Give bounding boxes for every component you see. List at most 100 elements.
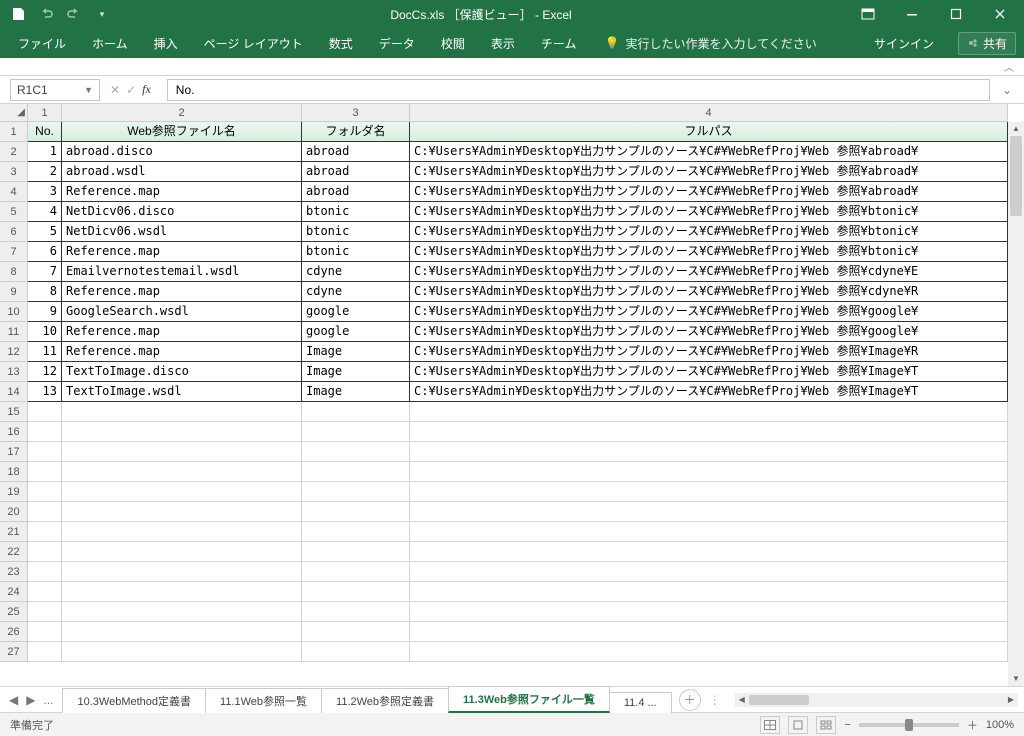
row-header[interactable]: 13 (0, 362, 28, 382)
scroll-thumb-h[interactable] (749, 695, 809, 705)
zoom-in-button[interactable]: ＋ (967, 717, 978, 733)
cell[interactable] (28, 462, 62, 482)
cell[interactable]: btonic (302, 202, 410, 222)
cell[interactable] (410, 402, 1008, 422)
view-page-break-icon[interactable] (816, 716, 836, 734)
cell[interactable] (28, 402, 62, 422)
formula-bar[interactable]: No. (167, 79, 990, 101)
cell[interactable]: Image (302, 362, 410, 382)
scroll-thumb-v[interactable] (1010, 136, 1022, 216)
tell-me[interactable]: 💡 実行したい作業を入力してください (604, 35, 816, 52)
view-page-layout-icon[interactable] (788, 716, 808, 734)
undo-icon[interactable] (34, 2, 58, 26)
row-header[interactable]: 16 (0, 422, 28, 442)
close-button[interactable] (980, 0, 1020, 28)
cell[interactable]: C:¥Users¥Admin¥Desktop¥出力サンプルのソース¥C#¥Web… (410, 362, 1008, 382)
sheet-tab[interactable]: 11.1Web参照一覧 (205, 688, 322, 713)
row-header[interactable]: 20 (0, 502, 28, 522)
vertical-scrollbar[interactable]: ▲ ▼ (1008, 122, 1024, 686)
row-header[interactable]: 8 (0, 262, 28, 282)
row-header[interactable]: 24 (0, 582, 28, 602)
cell[interactable] (302, 502, 410, 522)
zoom-slider[interactable] (859, 723, 959, 727)
cell[interactable]: Reference.map (62, 322, 302, 342)
cell[interactable]: abroad.disco (62, 142, 302, 162)
cell[interactable]: C:¥Users¥Admin¥Desktop¥出力サンプルのソース¥C#¥Web… (410, 142, 1008, 162)
row-header[interactable]: 25 (0, 602, 28, 622)
redo-icon[interactable] (62, 2, 86, 26)
cell[interactable]: C:¥Users¥Admin¥Desktop¥出力サンプルのソース¥C#¥Web… (410, 182, 1008, 202)
cell[interactable]: 3 (28, 182, 62, 202)
table-header-cell[interactable]: Web参照ファイル名 (62, 122, 302, 142)
scroll-down-icon[interactable]: ▼ (1008, 672, 1024, 686)
tab-layout[interactable]: ページ レイアウト (194, 29, 313, 58)
cell[interactable]: google (302, 322, 410, 342)
cell[interactable]: NetDicv06.wsdl (62, 222, 302, 242)
cell[interactable] (28, 422, 62, 442)
cell[interactable] (302, 522, 410, 542)
cell[interactable] (62, 522, 302, 542)
cell[interactable] (302, 582, 410, 602)
cell[interactable]: Reference.map (62, 242, 302, 262)
tab-insert[interactable]: 挿入 (144, 29, 188, 58)
tab-formulas[interactable]: 数式 (319, 29, 363, 58)
cell[interactable] (62, 402, 302, 422)
cell[interactable]: 8 (28, 282, 62, 302)
row-header[interactable]: 2 (0, 142, 28, 162)
cell[interactable]: 9 (28, 302, 62, 322)
tab-review[interactable]: 校閲 (431, 29, 475, 58)
cell[interactable]: abroad (302, 162, 410, 182)
cell[interactable] (302, 462, 410, 482)
cell[interactable] (410, 622, 1008, 642)
cell[interactable]: C:¥Users¥Admin¥Desktop¥出力サンプルのソース¥C#¥Web… (410, 342, 1008, 362)
row-header[interactable]: 23 (0, 562, 28, 582)
cell[interactable]: cdyne (302, 282, 410, 302)
name-box[interactable]: R1C1 ▼ (10, 79, 100, 101)
row-header[interactable]: 15 (0, 402, 28, 422)
tab-team[interactable]: チーム (531, 29, 587, 58)
cell[interactable]: Reference.map (62, 182, 302, 202)
minimize-button[interactable] (892, 0, 932, 28)
cell[interactable]: 6 (28, 242, 62, 262)
cell[interactable] (62, 502, 302, 522)
cell[interactable] (410, 442, 1008, 462)
cell[interactable]: btonic (302, 242, 410, 262)
row-header[interactable]: 19 (0, 482, 28, 502)
cell[interactable]: 12 (28, 362, 62, 382)
row-header[interactable]: 22 (0, 542, 28, 562)
cell[interactable] (410, 542, 1008, 562)
tab-view[interactable]: 表示 (481, 29, 525, 58)
row-header[interactable]: 6 (0, 222, 28, 242)
zoom-level[interactable]: 100% (986, 719, 1014, 731)
cell[interactable]: C:¥Users¥Admin¥Desktop¥出力サンプルのソース¥C#¥Web… (410, 262, 1008, 282)
table-header-cell[interactable]: フルパス (410, 122, 1008, 142)
collapse-ribbon-icon[interactable]: ︿ (1004, 59, 1014, 74)
cell[interactable] (410, 562, 1008, 582)
col-header-1[interactable]: 1 (28, 104, 62, 122)
cell[interactable] (410, 522, 1008, 542)
cell[interactable]: 7 (28, 262, 62, 282)
cell[interactable] (62, 542, 302, 562)
zoom-out-button[interactable]: − (844, 719, 850, 731)
cell[interactable] (28, 642, 62, 662)
row-header[interactable]: 21 (0, 522, 28, 542)
cell[interactable] (62, 602, 302, 622)
col-header-2[interactable]: 2 (62, 104, 302, 122)
cell[interactable] (28, 482, 62, 502)
tab-file[interactable]: ファイル (8, 29, 76, 58)
cell[interactable] (28, 582, 62, 602)
cell[interactable] (28, 542, 62, 562)
row-header[interactable]: 14 (0, 382, 28, 402)
row-header[interactable]: 12 (0, 342, 28, 362)
cell[interactable] (410, 582, 1008, 602)
sheet-tab[interactable]: 11.4 ... (609, 692, 672, 713)
cell[interactable] (28, 562, 62, 582)
cell[interactable]: Reference.map (62, 282, 302, 302)
scroll-left-icon[interactable]: ◀ (735, 693, 749, 707)
row-header[interactable]: 1 (0, 122, 28, 142)
view-normal-icon[interactable] (760, 716, 780, 734)
cell[interactable]: C:¥Users¥Admin¥Desktop¥出力サンプルのソース¥C#¥Web… (410, 162, 1008, 182)
cell[interactable]: NetDicv06.disco (62, 202, 302, 222)
cell[interactable] (62, 442, 302, 462)
cell[interactable] (28, 442, 62, 462)
